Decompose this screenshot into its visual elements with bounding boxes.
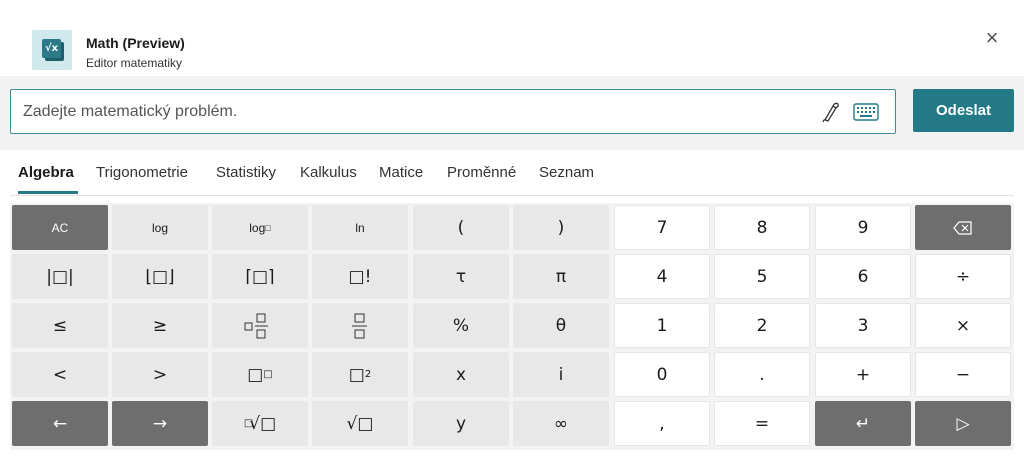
- key-comma[interactable]: ,: [614, 401, 710, 446]
- key-log-base[interactable]: log □: [212, 205, 308, 250]
- app-header: √x Math (Preview) Editor matematiky ×: [0, 0, 1024, 76]
- tab-matice[interactable]: Matice: [379, 164, 423, 181]
- key-2[interactable]: 2: [714, 303, 810, 348]
- key-equals[interactable]: =: [714, 401, 810, 446]
- key-i[interactable]: i: [513, 352, 609, 397]
- key-minus[interactable]: −: [915, 352, 1011, 397]
- key-4[interactable]: 4: [614, 254, 710, 299]
- key-y[interactable]: y: [413, 401, 509, 446]
- math-problem-input[interactable]: [23, 100, 803, 124]
- key-decimal[interactable]: .: [714, 352, 810, 397]
- tab-seznam[interactable]: Seznam: [539, 164, 594, 181]
- key-infinity[interactable]: ∞: [513, 401, 609, 446]
- key-square-root[interactable]: √□: [312, 401, 408, 446]
- math-keyboard-panel: Algebra Trigonometrie Statistiky Kalkulu…: [10, 150, 1014, 456]
- key-mixed-fraction[interactable]: [212, 303, 308, 348]
- tab-promenne[interactable]: Proměnné: [447, 164, 516, 181]
- key-5[interactable]: 5: [714, 254, 810, 299]
- key-close-paren[interactable]: ): [513, 205, 609, 250]
- key-floor[interactable]: ⌊□⌋: [112, 254, 208, 299]
- key-theta[interactable]: θ: [513, 303, 609, 348]
- key-divide[interactable]: ÷: [915, 254, 1011, 299]
- key-power[interactable]: □ □: [212, 352, 308, 397]
- key-percent[interactable]: %: [413, 303, 509, 348]
- key-ln[interactable]: ln: [312, 205, 408, 250]
- key-plus[interactable]: +: [815, 352, 911, 397]
- key-3[interactable]: 3: [815, 303, 911, 348]
- send-arrow-icon[interactable]: ▷: [915, 401, 1011, 446]
- key-less-equal[interactable]: ≤: [12, 303, 108, 348]
- key-x[interactable]: x: [413, 352, 509, 397]
- keyboard-icon[interactable]: [853, 102, 879, 122]
- tab-kalkulus[interactable]: Kalkulus: [300, 164, 357, 181]
- key-0[interactable]: 0: [614, 352, 710, 397]
- math-input-box[interactable]: [10, 89, 896, 134]
- key-ac[interactable]: AC: [12, 205, 108, 250]
- app-title: Math (Preview): [86, 35, 185, 51]
- arrow-left-icon[interactable]: ←: [12, 401, 108, 446]
- handwriting-pen-icon[interactable]: [819, 100, 843, 124]
- enter-icon[interactable]: ↵: [815, 401, 911, 446]
- key-factorial[interactable]: □!: [312, 254, 408, 299]
- tab-algebra[interactable]: Algebra: [18, 164, 74, 181]
- key-8[interactable]: 8: [714, 205, 810, 250]
- arrow-right-icon[interactable]: →: [112, 401, 208, 446]
- key-9[interactable]: 9: [815, 205, 911, 250]
- key-multiply[interactable]: ×: [915, 303, 1011, 348]
- tab-statistiky[interactable]: Statistiky: [216, 164, 276, 181]
- app-subtitle: Editor matematiky: [86, 56, 183, 70]
- key-abs[interactable]: |□|: [12, 254, 108, 299]
- key-tau[interactable]: τ: [413, 254, 509, 299]
- backspace-icon[interactable]: [915, 205, 1011, 250]
- key-fraction[interactable]: [312, 303, 408, 348]
- keypad: AC log log □ ln ( ) 7 8 9 |□| ⌊□⌋ ⌈□⌉ □! …: [10, 203, 1014, 450]
- key-open-paren[interactable]: (: [413, 205, 509, 250]
- key-greater[interactable]: >: [112, 352, 208, 397]
- key-log[interactable]: log: [112, 205, 208, 250]
- send-button[interactable]: Odeslat: [913, 89, 1014, 132]
- key-square[interactable]: □ 2: [312, 352, 408, 397]
- key-6[interactable]: 6: [815, 254, 911, 299]
- key-nth-root[interactable]: □ √□: [212, 401, 308, 446]
- square-root-icon: √x: [42, 39, 61, 58]
- key-7[interactable]: 7: [614, 205, 710, 250]
- key-less[interactable]: <: [12, 352, 108, 397]
- close-icon[interactable]: ×: [978, 24, 1006, 52]
- input-area: Odeslat: [0, 76, 1024, 150]
- key-pi[interactable]: π: [513, 254, 609, 299]
- key-ceil[interactable]: ⌈□⌉: [212, 254, 308, 299]
- category-tabs: Algebra Trigonometrie Statistiky Kalkulu…: [10, 150, 1014, 196]
- key-1[interactable]: 1: [614, 303, 710, 348]
- math-app-icon: √x: [32, 30, 72, 70]
- tab-trigonometrie[interactable]: Trigonometrie: [96, 164, 188, 181]
- key-greater-equal[interactable]: ≥: [112, 303, 208, 348]
- active-tab-indicator: [18, 191, 78, 194]
